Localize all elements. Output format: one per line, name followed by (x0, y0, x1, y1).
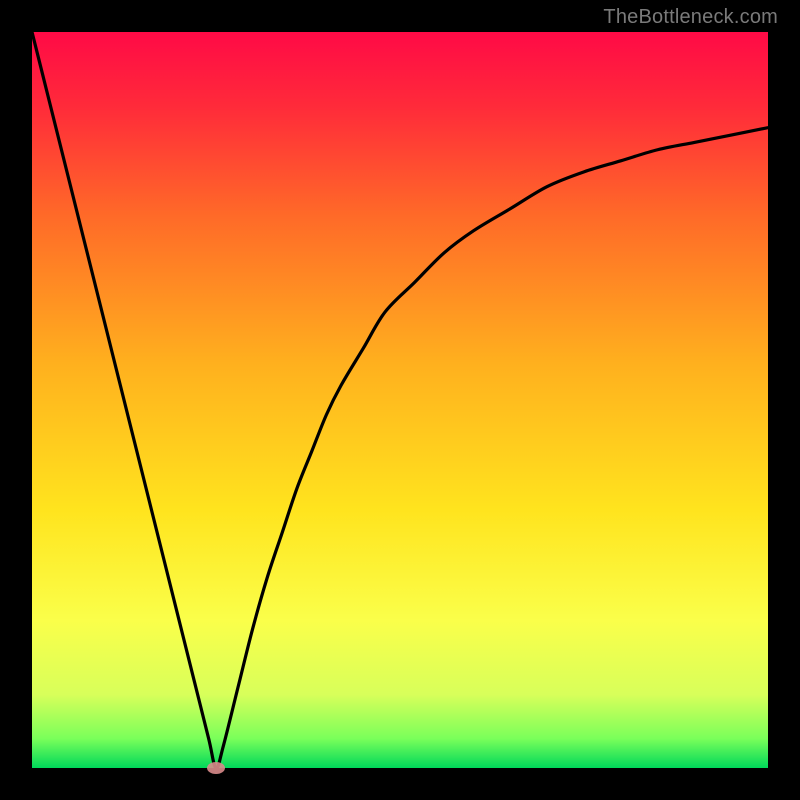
chart-frame: TheBottleneck.com (0, 0, 800, 800)
plot-background (32, 32, 768, 768)
optimal-point-marker (207, 762, 225, 774)
bottleneck-chart (0, 0, 800, 800)
attribution-label: TheBottleneck.com (603, 6, 778, 29)
